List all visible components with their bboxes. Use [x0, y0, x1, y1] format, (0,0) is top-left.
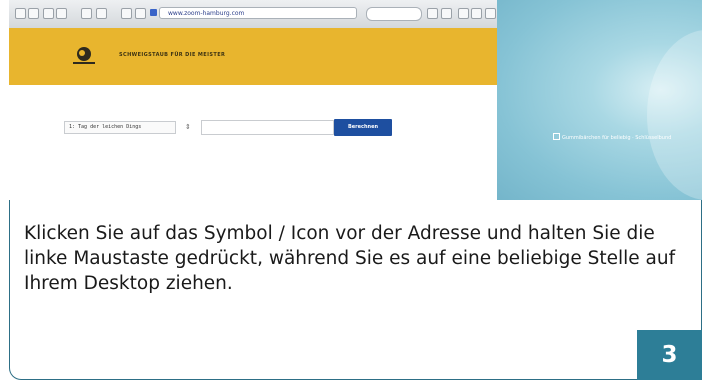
- address-bar[interactable]: www.zoom-hamburg.com: [159, 7, 357, 19]
- instruction-text: Klicken Sie auf das Symbol / Icon vor de…: [24, 223, 676, 294]
- desktop-area: Gummibärchen für beliebig · Schlüsselbun…: [497, 0, 702, 200]
- submit-button[interactable]: Berechnen: [334, 119, 392, 136]
- site-title: SCHWEIGSTAUB FÜR DIE MEISTER: [119, 52, 226, 58]
- site-header: SCHWEIGSTAUB FÜR DIE MEISTER: [9, 28, 497, 85]
- address-text: www.zoom-hamburg.com: [168, 10, 245, 17]
- shortcut-label: Gummibärchen für beliebig · Schlüsselbun…: [562, 135, 672, 141]
- site-favicon-icon[interactable]: [150, 9, 157, 16]
- browser-search-input[interactable]: [366, 7, 422, 21]
- home-button[interactable]: [81, 8, 92, 19]
- step-number-badge: 3: [637, 330, 702, 380]
- search-form: 1: Tag der leichen Dings ⇕ Berechnen: [9, 85, 497, 200]
- add-button[interactable]: [135, 8, 146, 19]
- new-tab-button[interactable]: [471, 8, 482, 19]
- desktop-wallpaper-shape: [647, 30, 702, 200]
- settings-button[interactable]: [485, 8, 496, 19]
- reload-button[interactable]: [56, 8, 67, 19]
- category-select[interactable]: 1: Tag der leichen Dings: [64, 121, 176, 134]
- query-input[interactable]: [201, 120, 334, 135]
- menu-button[interactable]: [441, 8, 452, 19]
- downloads-button[interactable]: [427, 8, 438, 19]
- select-arrow-icon[interactable]: ⇕: [185, 123, 191, 131]
- shortcut-icon: [553, 133, 560, 140]
- window-button[interactable]: [43, 8, 54, 19]
- bookmark-button[interactable]: [96, 8, 107, 19]
- browser-toolbar: www.zoom-hamburg.com: [9, 0, 497, 29]
- tabs-button[interactable]: [458, 8, 469, 19]
- screenshot-panel: www.zoom-hamburg.com SCHWEIGSTAUB FÜR DI…: [9, 0, 702, 200]
- site-logo-icon: [73, 47, 95, 64]
- forward-button[interactable]: [28, 8, 39, 19]
- back-button[interactable]: [15, 8, 26, 19]
- share-button[interactable]: [121, 8, 132, 19]
- desktop-shortcut[interactable]: Gummibärchen für beliebig · Schlüsselbun…: [553, 133, 671, 141]
